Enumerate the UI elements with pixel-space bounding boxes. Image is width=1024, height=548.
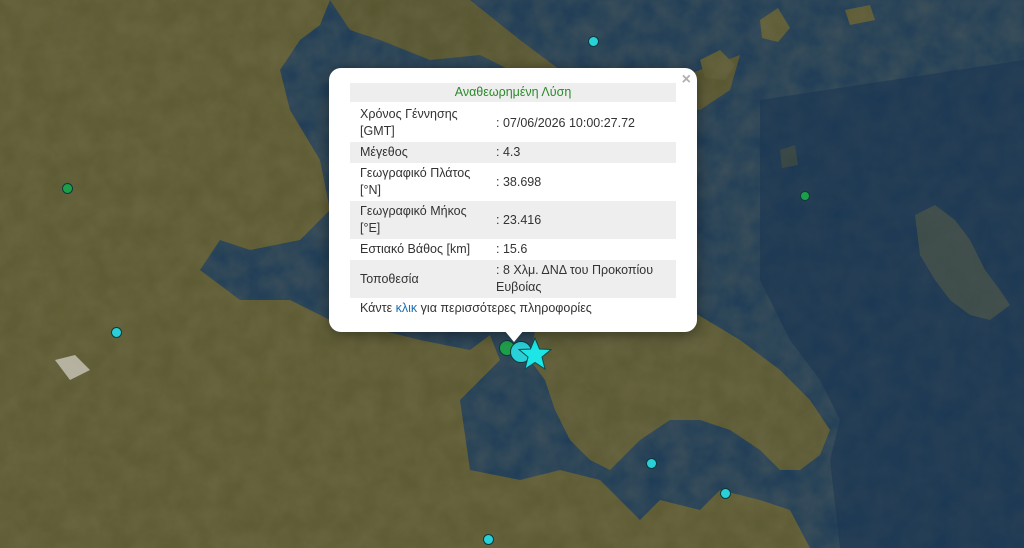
earthquake-info-popup: × Αναθεωρημένη Λύση Χρόνος Γέννησης [GMT… bbox=[329, 68, 697, 332]
more-info-suffix: για περισσότερες πληροφορίες bbox=[420, 301, 592, 315]
detail-label: Εστιακό Βάθος [km] bbox=[360, 242, 471, 256]
detail-value: : 23.416 bbox=[486, 201, 676, 239]
detail-row: Χρόνος Γέννησης [GMT] : 07/06/2026 10:00… bbox=[350, 104, 676, 142]
more-info-text: Κάντε κλικ για περισσότερες πληροφορίες bbox=[360, 301, 592, 315]
detail-value: : 15.6 bbox=[496, 242, 528, 256]
detail-value: : 4.3 bbox=[486, 142, 676, 163]
star-icon[interactable] bbox=[518, 337, 552, 371]
earthquake-marker[interactable] bbox=[62, 183, 73, 194]
map-canvas[interactable]: × Αναθεωρημένη Λύση Χρόνος Γέννησης [GMT… bbox=[0, 0, 1024, 548]
popup-title: Αναθεωρημένη Λύση bbox=[350, 83, 676, 102]
detail-row: Εστιακό Βάθος [km] : 15.6 bbox=[350, 239, 676, 260]
detail-value: : 38.698 bbox=[496, 174, 542, 189]
detail-label: Μέγεθος bbox=[350, 142, 486, 163]
detail-row: Μέγεθος : 4.3 bbox=[350, 142, 676, 163]
detail-label: Τοποθεσία bbox=[350, 260, 486, 298]
close-icon[interactable]: × bbox=[682, 72, 691, 88]
earthquake-marker[interactable] bbox=[720, 488, 731, 499]
earthquake-marker[interactable] bbox=[646, 458, 657, 469]
detail-value: : 07/06/2026 10:00:27.72 bbox=[496, 115, 636, 130]
detail-row: Γεωγραφικό Πλάτος [°N] : 38.698 bbox=[350, 163, 676, 201]
detail-value: : 8 Χλμ. ΔΝΔ του Προκοπίου Ευβοίας bbox=[486, 260, 676, 298]
detail-row: Τοποθεσία : 8 Χλμ. ΔΝΔ του Προκοπίου Ευβ… bbox=[350, 260, 676, 298]
more-info-link[interactable]: κλικ bbox=[396, 301, 418, 315]
event-details-table: Χρόνος Γέννησης [GMT] : 07/06/2026 10:00… bbox=[350, 104, 676, 298]
detail-label: Χρόνος Γέννησης [GMT] bbox=[360, 107, 458, 138]
earthquake-marker[interactable] bbox=[588, 36, 599, 47]
earthquake-marker[interactable] bbox=[111, 327, 122, 338]
earthquake-marker[interactable] bbox=[483, 534, 494, 545]
popup-tip bbox=[504, 330, 524, 342]
detail-row: Γεωγραφικό Μήκος [°E] : 23.416 bbox=[350, 201, 676, 239]
more-info-prefix: Κάντε bbox=[360, 301, 393, 315]
detail-label: Γεωγραφικό Πλάτος [°N] bbox=[360, 166, 471, 197]
detail-label: Γεωγραφικό Μήκος [°E] bbox=[350, 201, 486, 239]
earthquake-marker[interactable] bbox=[800, 191, 810, 201]
